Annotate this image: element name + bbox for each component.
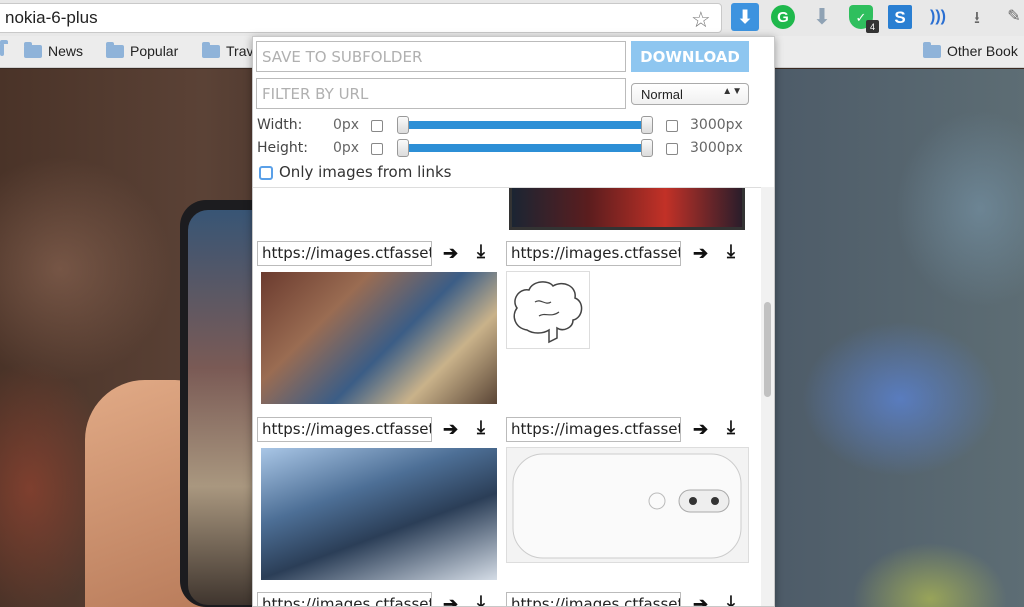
subfolder-input[interactable] bbox=[256, 41, 626, 72]
browser-toolbar: nokia-6-plus ☆ ⬇ G ⬇ ✓ 4 S ))) ⭳ ✎ bbox=[0, 0, 1024, 36]
image-thumbnail[interactable] bbox=[506, 271, 590, 349]
folder-icon bbox=[106, 41, 124, 58]
image-downloader-popup: DOWNLOAD Normal ▲▼ Width: 0px 3000px Hei… bbox=[252, 36, 775, 607]
image-grid: https://images.ctfassets ➔ ⤓ https://ima… bbox=[253, 187, 774, 606]
height-slider[interactable] bbox=[403, 144, 651, 152]
select-arrows-icon: ▲▼ bbox=[722, 86, 742, 97]
wireless-extension-icon[interactable]: ))) bbox=[926, 5, 950, 29]
folder-icon bbox=[24, 41, 42, 58]
bookmark-folder-travel[interactable]: Trav bbox=[202, 41, 254, 59]
bookmark-star-icon[interactable]: ☆ bbox=[691, 9, 711, 31]
scrollbar-thumb[interactable] bbox=[764, 302, 771, 397]
width-max-value: 3000px bbox=[690, 117, 743, 133]
width-slider[interactable] bbox=[403, 121, 651, 129]
width-min-checkbox[interactable] bbox=[371, 120, 383, 132]
height-label: Height: bbox=[257, 140, 308, 156]
folder-icon bbox=[923, 41, 941, 58]
download-image-icon[interactable]: ⤓ bbox=[477, 418, 485, 436]
open-image-icon[interactable]: ➔ bbox=[443, 595, 458, 606]
bookmark-label: Popular bbox=[130, 43, 179, 59]
bookmark-label: News bbox=[48, 43, 84, 59]
width-min-value: 0px bbox=[333, 117, 360, 133]
width-max-checkbox[interactable] bbox=[666, 120, 678, 132]
folder-icon bbox=[202, 41, 220, 58]
open-image-icon[interactable]: ➔ bbox=[693, 420, 708, 438]
image-thumbnail[interactable] bbox=[261, 272, 497, 404]
shield-extension-badge: 4 bbox=[866, 20, 879, 33]
download-button[interactable]: DOWNLOAD bbox=[631, 41, 749, 72]
image-thumbnail[interactable] bbox=[509, 188, 745, 230]
folder-icon bbox=[0, 40, 8, 56]
download-image-icon[interactable]: ⤓ bbox=[727, 242, 735, 260]
grammarly-extension-icon[interactable]: G bbox=[771, 5, 795, 29]
downloads-extension-icon[interactable]: ⭳ bbox=[965, 5, 989, 29]
brain-icon bbox=[513, 281, 583, 344]
width-min-handle[interactable] bbox=[397, 116, 409, 134]
height-max-handle[interactable] bbox=[641, 139, 653, 157]
open-image-icon[interactable]: ➔ bbox=[443, 420, 458, 438]
bookmark-label: Trav bbox=[226, 43, 254, 59]
open-image-icon[interactable]: ➔ bbox=[443, 244, 458, 262]
height-max-value: 3000px bbox=[690, 140, 743, 156]
phone-screen-image bbox=[188, 210, 260, 605]
filter-url-input[interactable] bbox=[256, 78, 626, 109]
download-image-icon[interactable]: ⤓ bbox=[727, 418, 735, 436]
pen-extension-icon[interactable]: ✎ bbox=[1002, 5, 1024, 29]
height-min-value: 0px bbox=[333, 140, 360, 156]
download-image-icon[interactable]: ⤓ bbox=[477, 242, 485, 260]
popup-scrollbar[interactable] bbox=[761, 187, 774, 606]
image-url-field[interactable]: https://images.ctfassets bbox=[506, 241, 681, 266]
height-min-handle[interactable] bbox=[397, 139, 409, 157]
bookmark-folder-other[interactable]: Other Book bbox=[923, 41, 1018, 59]
phone-back-icon bbox=[512, 453, 742, 559]
address-text[interactable]: nokia-6-plus bbox=[5, 8, 98, 28]
download-image-icon[interactable]: ⤓ bbox=[727, 593, 735, 606]
s-extension-icon[interactable]: S bbox=[888, 5, 912, 29]
filter-mode-value: Normal bbox=[641, 87, 683, 102]
open-image-icon[interactable]: ➔ bbox=[693, 595, 708, 606]
filter-mode-select[interactable]: Normal ▲▼ bbox=[631, 83, 749, 105]
image-thumbnail[interactable] bbox=[506, 447, 749, 563]
width-max-handle[interactable] bbox=[641, 116, 653, 134]
image-url-field[interactable]: https://images.ctfassets bbox=[257, 241, 432, 266]
image-url-field[interactable]: https://images.ctfassets bbox=[506, 417, 681, 442]
bookmark-folder-news[interactable]: News bbox=[24, 41, 84, 59]
open-image-icon[interactable]: ➔ bbox=[693, 244, 708, 262]
image-downloader-extension-icon[interactable]: ⬇ bbox=[731, 3, 759, 31]
bookmark-folder-partial[interactable] bbox=[0, 40, 10, 56]
image-url-field[interactable]: https://images.ctfassets bbox=[506, 592, 681, 606]
height-min-checkbox[interactable] bbox=[371, 143, 383, 155]
image-thumbnail[interactable] bbox=[261, 448, 497, 580]
phone-image bbox=[180, 200, 260, 607]
only-links-checkbox[interactable] bbox=[259, 166, 273, 180]
download-image-icon[interactable]: ⤓ bbox=[477, 593, 485, 606]
width-label: Width: bbox=[257, 117, 303, 133]
download-arrow-extension-icon[interactable]: ⬇ bbox=[810, 5, 834, 29]
image-url-field[interactable]: https://images.ctfassets bbox=[257, 417, 432, 442]
address-bar[interactable]: nokia-6-plus ☆ bbox=[0, 3, 722, 33]
only-links-label: Only images from links bbox=[279, 163, 452, 181]
bookmark-folder-popular[interactable]: Popular bbox=[106, 41, 179, 59]
image-url-field[interactable]: https://images.ctfassets bbox=[257, 592, 432, 606]
bookmark-label: Other Book bbox=[947, 43, 1018, 59]
height-max-checkbox[interactable] bbox=[666, 143, 678, 155]
